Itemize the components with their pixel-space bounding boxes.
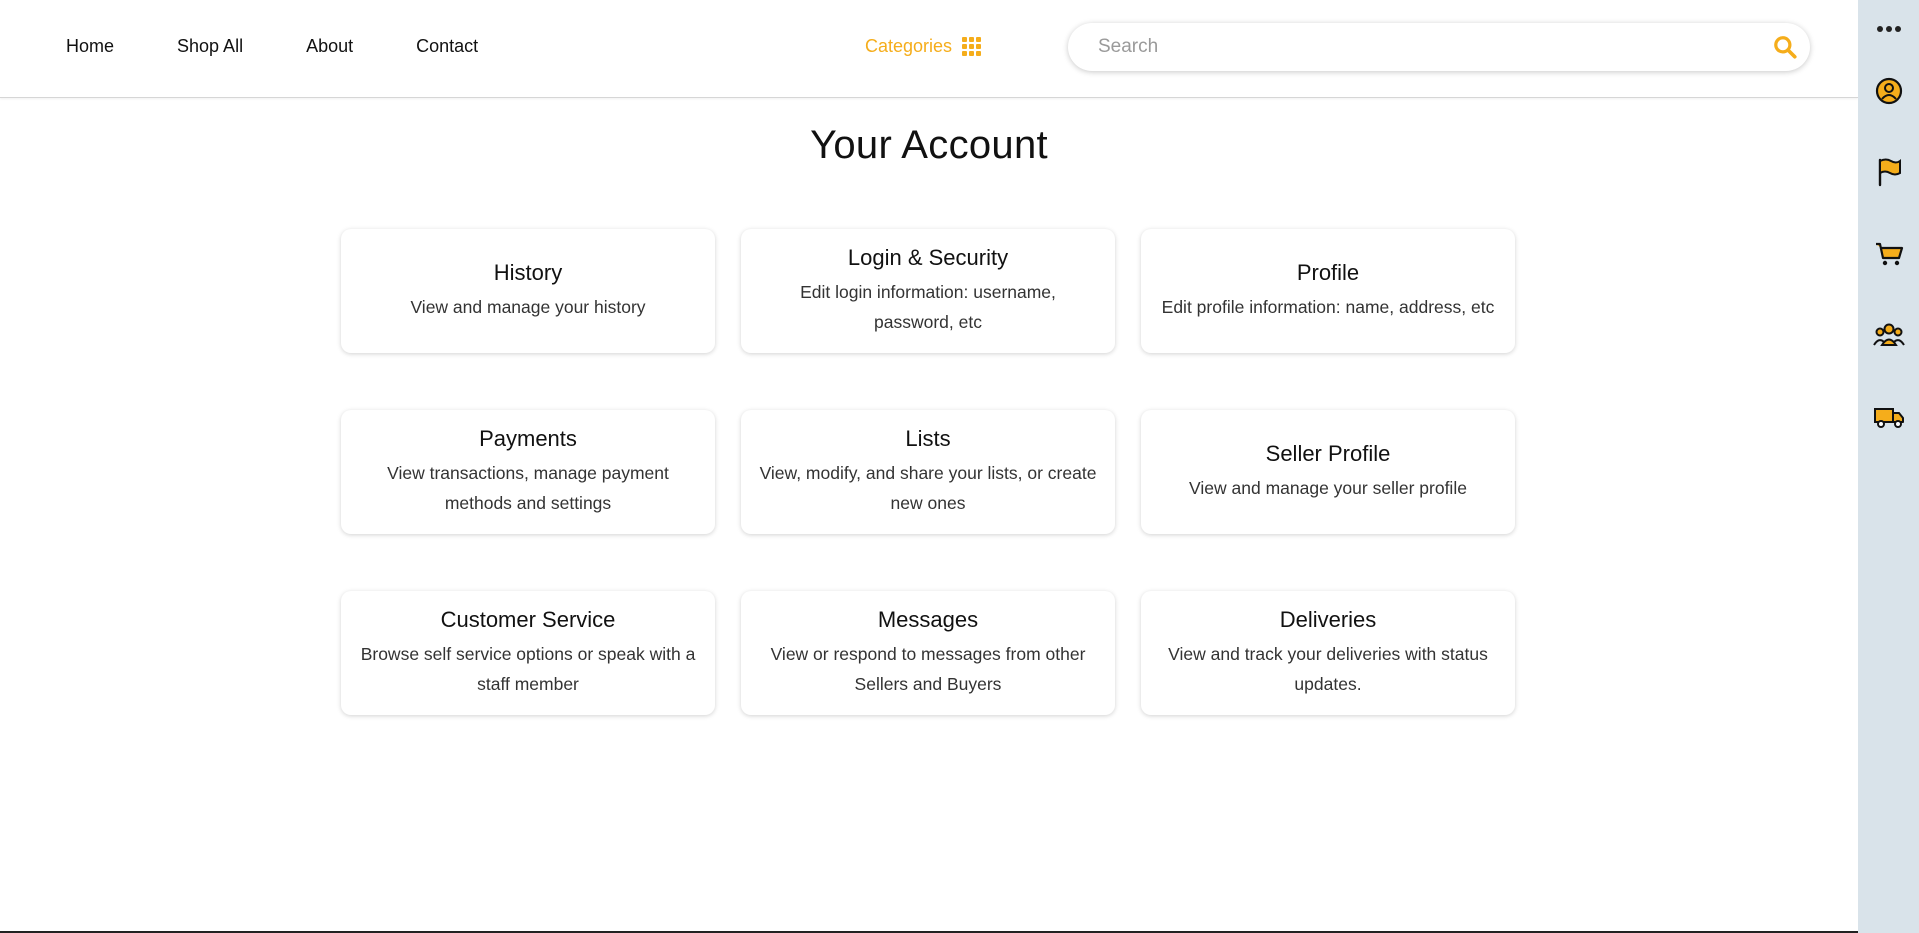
card-login-security[interactable]: Login & Security Edit login information:… [741, 229, 1115, 353]
search-button[interactable] [1760, 23, 1810, 71]
card-description: View and track your deliveries with stat… [1168, 644, 1488, 694]
cart-button[interactable] [1858, 234, 1919, 274]
card-description: View and manage your seller profile [1189, 478, 1467, 498]
grid-icon [962, 37, 982, 56]
right-sidebar [1858, 0, 1919, 933]
card-lists[interactable]: Lists View, modify, and share your lists… [741, 410, 1115, 534]
card-title: Lists [905, 426, 951, 451]
main-nav: Home Shop All About Contact [66, 36, 541, 57]
card-title: Seller Profile [1265, 441, 1391, 466]
search-bar [1068, 23, 1810, 71]
card-title: Messages [877, 607, 979, 632]
card-description: View and manage your history [410, 297, 646, 317]
card-description: View, modify, and share your lists, or c… [759, 463, 1097, 513]
account-cards-grid: History View and manage your history Log… [341, 229, 1515, 715]
card-payments[interactable]: Payments View transactions, manage payme… [341, 410, 715, 534]
deliveries-button[interactable] [1858, 397, 1919, 437]
card-customer-service[interactable]: Customer Service Browse self service opt… [341, 591, 715, 715]
card-description: Browse self service options or speak wit… [360, 644, 696, 694]
users-icon [1872, 323, 1905, 346]
card-history[interactable]: History View and manage your history [341, 229, 715, 353]
flag-icon [1878, 158, 1901, 187]
card-description: Edit profile information: name, address,… [1161, 297, 1495, 317]
account-button[interactable] [1858, 71, 1919, 111]
community-button[interactable] [1858, 315, 1919, 355]
nav-link-contact[interactable]: Contact [416, 36, 478, 57]
nav-link-about[interactable]: About [306, 36, 353, 57]
reports-button[interactable] [1858, 152, 1919, 192]
card-description: Edit login information: username, passwo… [800, 282, 1056, 332]
page-title: Your Account [810, 123, 1048, 167]
card-seller-profile[interactable]: Seller Profile View and manage your sell… [1141, 410, 1515, 534]
card-title: Deliveries [1279, 607, 1377, 632]
card-title: Payments [479, 426, 577, 451]
top-navbar: Home Shop All About Contact Categories [0, 0, 1858, 98]
card-description: View transactions, manage payment method… [387, 463, 669, 513]
card-description: View or respond to messages from other S… [770, 644, 1086, 694]
categories-label: Categories [865, 36, 953, 56]
card-title: Customer Service [440, 607, 616, 632]
card-title: Login & Security [847, 245, 1009, 270]
nav-link-shop-all[interactable]: Shop All [177, 36, 243, 57]
page: Home Shop All About Contact Categories Y… [0, 0, 1858, 933]
nav-link-home[interactable]: Home [66, 36, 114, 57]
card-messages[interactable]: Messages View or respond to messages fro… [741, 591, 1115, 715]
truck-icon [1873, 408, 1904, 428]
more-button[interactable] [1858, 9, 1919, 49]
card-deliveries[interactable]: Deliveries View and track your deliverie… [1141, 591, 1515, 715]
user-circle-icon [1875, 77, 1902, 105]
more-icon [1876, 26, 1901, 32]
cart-icon [1875, 242, 1903, 266]
categories-button[interactable]: Categories [865, 36, 982, 57]
card-profile[interactable]: Profile Edit profile information: name, … [1141, 229, 1515, 353]
search-input[interactable] [1068, 35, 1760, 59]
card-title: Profile [1296, 260, 1360, 285]
card-title: History [493, 260, 563, 285]
search-icon [1774, 36, 1797, 59]
